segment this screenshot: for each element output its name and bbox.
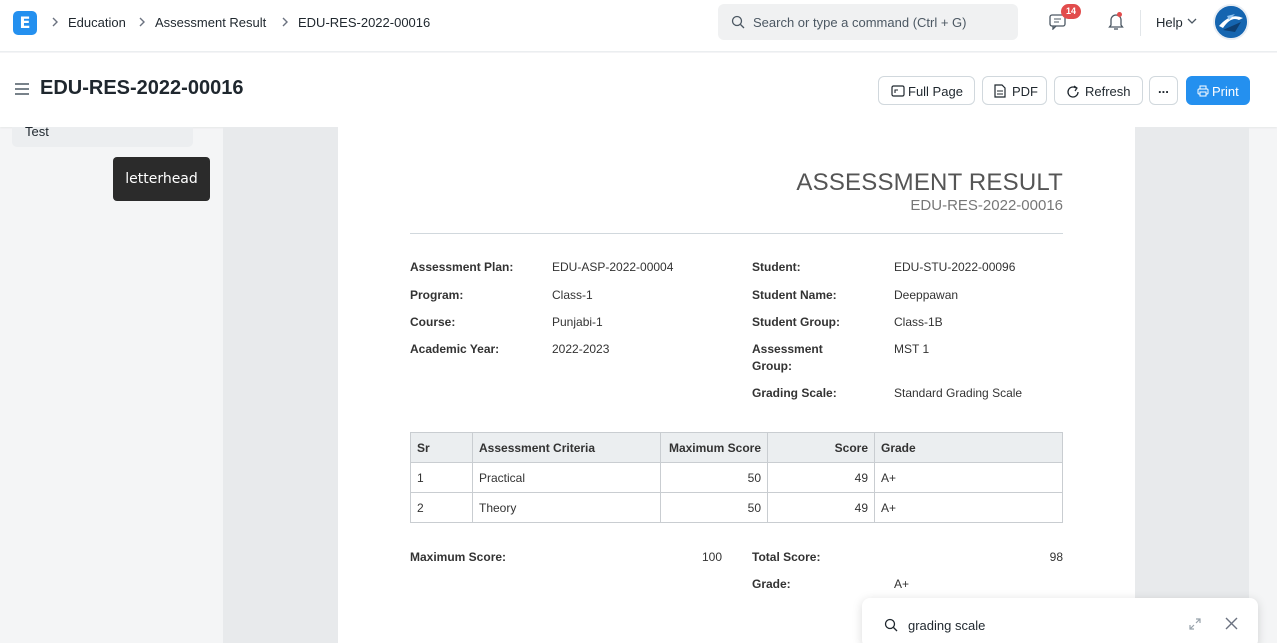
avatar-image: [1215, 6, 1247, 38]
total-label-grade: Grade:: [752, 577, 791, 591]
search-popup-query[interactable]: grading scale: [908, 618, 985, 633]
search-placeholder: Search or type a command (Ctrl + G): [753, 15, 967, 30]
page-title: EDU-RES-2022-00016: [40, 77, 244, 99]
hamburger-icon[interactable]: [14, 83, 30, 95]
document-name: EDU-RES-2022-00016: [910, 197, 1063, 214]
cell-score: 49: [767, 492, 875, 523]
field-value-academic-year: 2022-2023: [552, 342, 610, 356]
sidebar-item-test[interactable]: Test: [12, 124, 193, 147]
field-label-student-group: Student Group:: [752, 315, 840, 329]
pdf-label: PDF: [1012, 84, 1038, 99]
field-label-student-name: Student Name:: [752, 288, 837, 302]
refresh-label: Refresh: [1085, 84, 1131, 99]
cell-criteria: Practical: [472, 462, 661, 493]
search-input[interactable]: Search or type a command (Ctrl + G): [718, 4, 1018, 40]
field-label-program: Program:: [410, 288, 464, 302]
breadcrumb-education[interactable]: Education: [68, 15, 126, 30]
total-value-grade: A+: [894, 577, 910, 591]
expand-screen-icon: [891, 85, 905, 97]
chevron-down-icon: [1187, 18, 1197, 24]
total-value-total-score: 98: [1049, 550, 1063, 564]
navbar-divider: [1140, 10, 1141, 36]
cell-sr: 2: [410, 492, 473, 523]
breadcrumb-assessment-result[interactable]: Assessment Result: [155, 15, 266, 30]
column-header-assessment-criteria: Assessment Criteria: [472, 432, 661, 463]
more-icon: ...: [1158, 81, 1169, 96]
field-value-program: Class-1: [552, 288, 593, 302]
cell-grade: A+: [874, 462, 1063, 493]
field-label-academic-year: Academic Year:: [410, 342, 500, 356]
field-value-student-group: Class-1B: [894, 315, 943, 329]
cell-criteria: Theory: [472, 492, 661, 523]
printer-icon: [1197, 85, 1209, 97]
chevron-right-icon: [282, 17, 288, 27]
field-value-student-name: Deeppawan: [894, 288, 959, 302]
bell-unread-dot: [1117, 12, 1122, 17]
pdf-button[interactable]: PDF: [982, 76, 1047, 105]
expand-icon[interactable]: [1189, 618, 1201, 630]
breadcrumb-current[interactable]: EDU-RES-2022-00016: [298, 15, 430, 30]
chevron-right-icon: [139, 17, 145, 27]
total-label-maximum-score: Maximum Score:: [410, 550, 507, 564]
file-icon: [994, 84, 1006, 98]
help-menu[interactable]: Help: [1156, 15, 1183, 30]
field-label-assessment-group-line2: Group:: [752, 359, 792, 373]
column-header-sr: Sr: [410, 432, 473, 463]
assessment-criteria-table: Sr Assessment Criteria Maximum Score Sco…: [410, 432, 1063, 523]
print-button[interactable]: Print: [1186, 76, 1250, 105]
search-popup[interactable]: grading scale: [862, 598, 1258, 643]
print-label: Print: [1212, 84, 1239, 99]
table-row: 2 Theory 50 49 A+: [410, 492, 1063, 523]
cell-maximum-score: 50: [660, 462, 768, 493]
search-icon: [731, 15, 745, 29]
document-heading: ASSESSMENT RESULT: [796, 169, 1063, 196]
full-page-button[interactable]: Full Page: [878, 76, 975, 105]
field-label-assessment-plan: Assessment Plan:: [410, 260, 514, 274]
app-logo[interactable]: E: [13, 11, 37, 35]
column-header-grade: Grade: [874, 432, 1063, 463]
field-value-course: Punjabi-1: [552, 315, 603, 329]
document-divider: [410, 233, 1063, 234]
field-value-grading-scale: Standard Grading Scale: [894, 386, 1023, 400]
cell-sr: 1: [410, 462, 473, 493]
field-value-student: EDU-STU-2022-00096: [894, 260, 1016, 274]
cell-maximum-score: 50: [660, 492, 768, 523]
search-icon: [884, 618, 898, 632]
refresh-button[interactable]: Refresh: [1054, 76, 1143, 105]
chevron-right-icon: [52, 17, 58, 27]
full-page-label: Full Page: [908, 84, 963, 99]
field-value-assessment-plan: EDU-ASP-2022-00004: [552, 260, 674, 274]
field-label-student: Student:: [752, 260, 801, 274]
table-header-row: Sr Assessment Criteria Maximum Score Sco…: [410, 432, 1063, 463]
refresh-icon: [1067, 85, 1079, 98]
table-row: 1 Practical 50 49 A+: [410, 462, 1063, 493]
tooltip: letterhead: [113, 157, 210, 201]
field-label-assessment-group-line1: Assessment: [752, 342, 823, 356]
avatar[interactable]: [1213, 4, 1249, 40]
sidebar-item-label: Test: [25, 124, 49, 139]
page-header: EDU-RES-2022-00016 Full Page PDF Refresh…: [0, 53, 1277, 127]
total-value-maximum-score: 100: [701, 550, 722, 564]
field-value-assessment-group: MST 1: [894, 342, 930, 356]
cell-grade: A+: [874, 492, 1063, 523]
total-label-total-score: Total Score:: [752, 550, 821, 564]
cell-score: 49: [767, 462, 875, 493]
column-header-score: Score: [767, 432, 875, 463]
notification-count-badge: 14: [1061, 4, 1081, 19]
more-actions-button[interactable]: ...: [1149, 76, 1178, 105]
column-header-maximum-score: Maximum Score: [660, 432, 768, 463]
navbar: E Education Assessment Result EDU-RES-20…: [0, 0, 1277, 52]
close-icon[interactable]: [1225, 617, 1238, 630]
field-label-course: Course:: [410, 315, 456, 329]
field-label-grading-scale: Grading Scale:: [752, 386, 837, 400]
